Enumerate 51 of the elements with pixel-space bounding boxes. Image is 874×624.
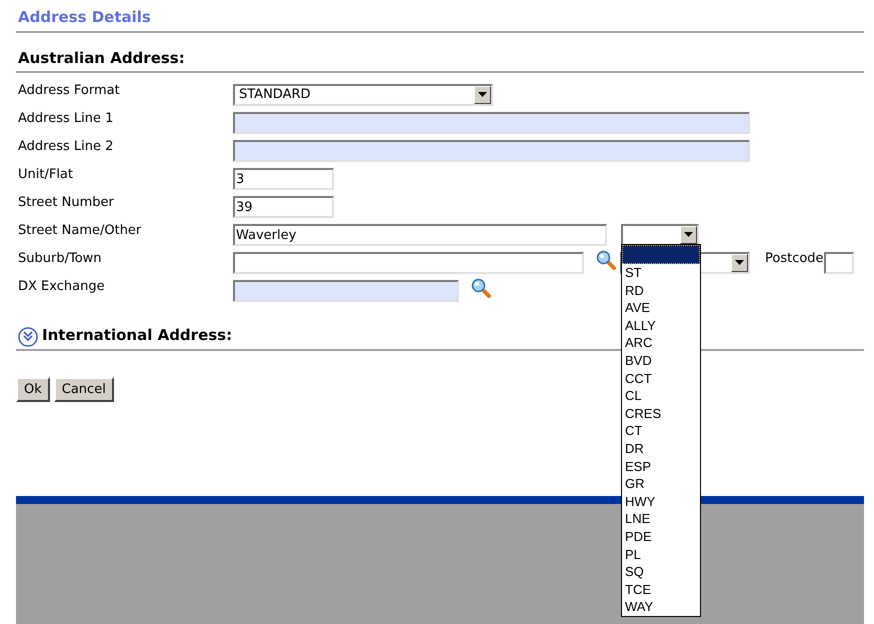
dropdown-option[interactable]: AVE xyxy=(622,299,700,317)
input-field[interactable] xyxy=(233,140,750,162)
search-icon[interactable] xyxy=(596,250,616,270)
dropdown-option[interactable]: ARC xyxy=(622,334,700,352)
input-field[interactable]: 39 xyxy=(233,196,334,218)
section-heading: International Address: xyxy=(42,325,232,346)
input-field[interactable] xyxy=(824,252,854,274)
dropdown-option[interactable]: DR xyxy=(622,440,700,458)
input-field[interactable]: 3 xyxy=(233,168,334,190)
dropdown-option[interactable]: BVD xyxy=(622,352,700,370)
section-heading: Australian Address: xyxy=(16,32,864,73)
dropdown-option[interactable]: CT xyxy=(622,422,700,440)
input-field[interactable] xyxy=(233,252,584,274)
input-field[interactable] xyxy=(233,112,750,134)
format-select[interactable]: STANDARD xyxy=(233,84,493,106)
caret-icon[interactable] xyxy=(474,86,491,104)
input-field[interactable] xyxy=(233,280,459,302)
dropdown-option[interactable]: GR xyxy=(622,475,700,493)
dropdown-option[interactable]: HWY xyxy=(622,492,700,510)
highlighted-option[interactable] xyxy=(622,245,700,264)
dropdown-option[interactable]: RD xyxy=(622,282,700,300)
dropdown-option[interactable]: PL xyxy=(622,546,700,564)
select-value: STANDARD xyxy=(238,86,312,104)
dropdown-option[interactable]: WAY xyxy=(622,598,700,616)
field-label: Address Line 2 xyxy=(18,138,114,156)
caret-icon[interactable] xyxy=(680,226,697,244)
cancel-button[interactable]: Cancel xyxy=(54,376,114,402)
field-label: DX Exchange xyxy=(18,278,106,296)
field-label: Unit/Flat xyxy=(18,166,74,184)
dropdown-option[interactable]: CCT xyxy=(622,370,700,388)
field-label: Address Format xyxy=(18,82,121,100)
dropdown-option[interactable]: LNE xyxy=(622,510,700,528)
dropdown-option[interactable]: TCE xyxy=(622,580,700,598)
dropdown-option[interactable]: SQ xyxy=(622,563,700,581)
field-label: Street Number xyxy=(18,194,115,212)
dropdown-option[interactable]: PDE xyxy=(622,528,700,546)
dropdown-option[interactable]: CRES xyxy=(622,404,700,422)
field-label: Street Name/Other xyxy=(18,222,142,240)
page-title: Address Details xyxy=(16,0,864,32)
dropdown-option[interactable]: ALLY xyxy=(622,316,700,334)
caret-icon[interactable] xyxy=(731,254,748,272)
field-label: Address Line 1 xyxy=(18,110,114,128)
dropdown-option[interactable]: ST xyxy=(622,264,700,282)
input-field[interactable]: Waverley xyxy=(233,224,607,246)
dropdown-option[interactable]: ESP xyxy=(622,458,700,476)
field-label: Postcode xyxy=(765,250,824,268)
field-label: Suburb/Town xyxy=(18,250,103,268)
ok-button[interactable]: Ok xyxy=(16,376,50,402)
search-icon[interactable] xyxy=(471,278,491,298)
expand-icon[interactable] xyxy=(18,325,38,346)
dropdown-option[interactable]: CL xyxy=(622,387,700,405)
